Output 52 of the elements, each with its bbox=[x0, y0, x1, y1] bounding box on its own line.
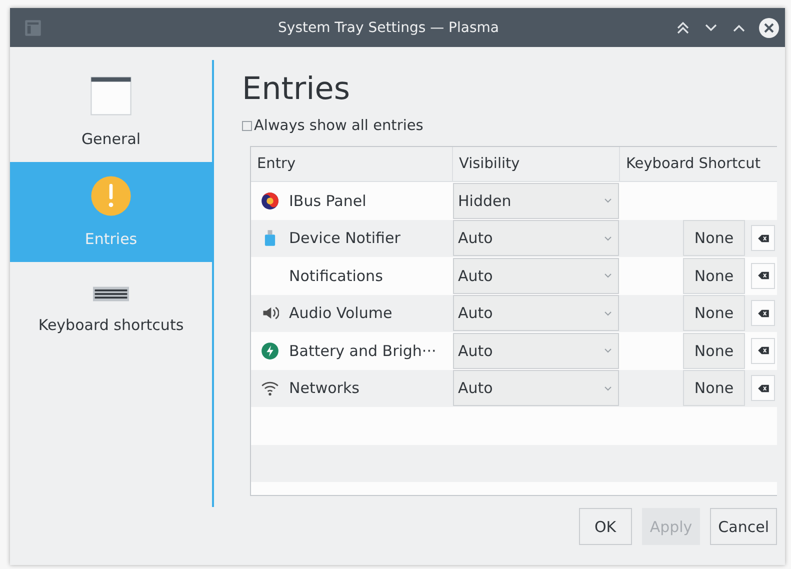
sidebar-item[interactable]: General bbox=[10, 62, 212, 162]
dropdown-caret-icon bbox=[604, 310, 612, 316]
backspace-icon bbox=[758, 346, 768, 356]
clear-shortcut-button[interactable] bbox=[751, 262, 775, 289]
column-header[interactable]: Keyboard Shortcut bbox=[620, 147, 777, 181]
clear-shortcut-button[interactable] bbox=[751, 375, 775, 402]
visibility-dropdown[interactable]: Auto bbox=[453, 220, 619, 256]
column-header[interactable]: Visibility bbox=[453, 147, 620, 181]
yin-yang-icon bbox=[261, 192, 279, 210]
warning-icon bbox=[88, 174, 134, 218]
visibility-dropdown[interactable]: Auto bbox=[453, 370, 619, 406]
visibility-dropdown[interactable]: Auto bbox=[453, 295, 619, 332]
keyboard-icon bbox=[93, 284, 129, 304]
entry-name: Audio Volume bbox=[289, 304, 392, 322]
dropdown-caret-icon bbox=[604, 236, 612, 241]
entry-name: Networks bbox=[289, 379, 360, 398]
backspace-icon bbox=[758, 308, 768, 318]
wifi-icon bbox=[261, 379, 279, 398]
dialog-button[interactable]: Cancel bbox=[710, 508, 777, 545]
visibility-dropdown[interactable]: Auto bbox=[453, 332, 619, 369]
backspace-icon bbox=[758, 384, 768, 393]
battery-icon bbox=[261, 342, 279, 360]
dropdown-caret-icon bbox=[604, 273, 612, 278]
shortcut-button[interactable]: None bbox=[683, 220, 745, 256]
page-heading: Entries bbox=[242, 70, 351, 108]
close-icon[interactable] bbox=[759, 18, 779, 38]
window-icon bbox=[88, 74, 134, 118]
column-header[interactable]: Entry bbox=[251, 147, 453, 181]
clear-shortcut-button[interactable] bbox=[751, 300, 775, 326]
dialog-button[interactable]: OK bbox=[578, 508, 632, 545]
app-icon bbox=[24, 18, 42, 36]
window-title: System Tray Settings — Plasma bbox=[277, 20, 500, 36]
clear-shortcut-button[interactable] bbox=[751, 225, 775, 252]
entry-name: Battery and Brigh··· bbox=[289, 342, 436, 360]
dropdown-caret-icon bbox=[604, 198, 612, 204]
dropdown-caret-icon bbox=[604, 348, 612, 354]
shortcut-button[interactable]: None bbox=[683, 295, 745, 332]
visibility-dropdown[interactable]: Auto bbox=[453, 258, 619, 294]
visibility-dropdown[interactable]: Hidden bbox=[453, 182, 619, 219]
entry-name: Notifications bbox=[289, 266, 383, 285]
always-show-checkbox[interactable]: Always show all entries bbox=[242, 118, 777, 134]
shortcut-button[interactable]: None bbox=[683, 370, 745, 406]
entry-name: Device Notifier bbox=[289, 229, 400, 248]
entry-name: IBus Panel bbox=[289, 192, 366, 210]
shortcut-button[interactable]: None bbox=[683, 258, 745, 294]
clear-shortcut-button[interactable] bbox=[751, 338, 775, 364]
dropdown-caret-icon bbox=[604, 386, 612, 391]
backspace-icon bbox=[758, 234, 768, 243]
shortcut-button[interactable]: None bbox=[683, 332, 745, 369]
keep-above-icon[interactable] bbox=[675, 20, 691, 36]
sidebar-item[interactable]: Keyboard shortcuts bbox=[10, 262, 212, 348]
backspace-icon bbox=[758, 271, 768, 280]
